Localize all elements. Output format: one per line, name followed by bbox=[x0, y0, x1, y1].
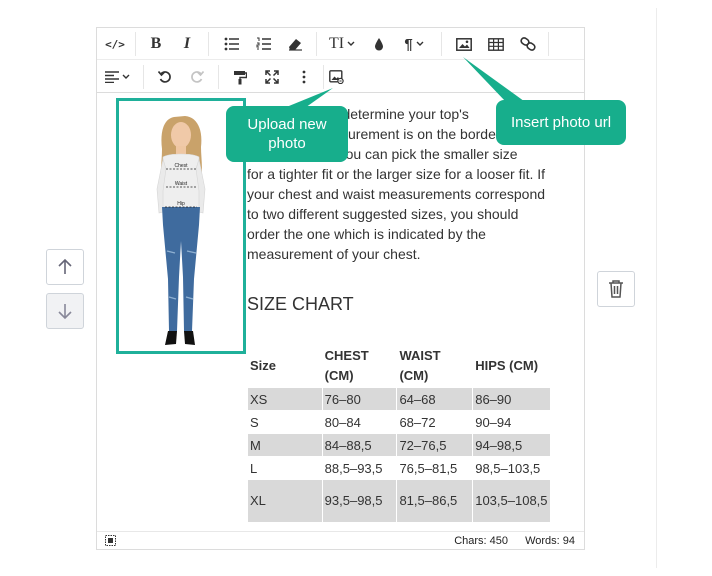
waist-label: Waist bbox=[175, 181, 188, 187]
image-icon[interactable] bbox=[451, 31, 477, 57]
table-cell: S bbox=[247, 410, 323, 434]
table-cell: L bbox=[247, 456, 323, 480]
italic-icon[interactable]: I bbox=[175, 31, 199, 57]
table-row: M 84–88,5 72–76,5 94–98,5 bbox=[247, 433, 551, 457]
move-down-button[interactable] bbox=[46, 293, 84, 329]
table-row: XL 93,5–98,5 81,5–86,5 103,5–108,5 bbox=[247, 479, 551, 523]
table-cell: XL bbox=[247, 479, 323, 523]
table-row: L 88,5–93,5 76,5–81,5 98,5–103,5 bbox=[247, 456, 551, 480]
paragraph-line: order the one which is indicated by the bbox=[247, 226, 486, 242]
toolbar-row-2 bbox=[97, 61, 584, 93]
redo-icon[interactable] bbox=[185, 64, 209, 90]
arrow-down-icon bbox=[58, 304, 72, 320]
table-cell: 88,5–93,5 bbox=[321, 456, 398, 480]
paragraph-icon[interactable]: ¶ bbox=[399, 31, 429, 57]
upload-new-photo-tooltip: Upload new photo bbox=[226, 106, 348, 162]
format-painter-icon[interactable] bbox=[228, 64, 252, 90]
fullscreen-icon[interactable] bbox=[260, 64, 284, 90]
delete-button[interactable] bbox=[597, 271, 635, 307]
source-code-icon[interactable]: </> bbox=[102, 31, 128, 57]
table-header-cell: Size bbox=[247, 343, 323, 388]
table-cell: 86–90 bbox=[472, 387, 551, 411]
paragraph-line: measurement of your chest. bbox=[247, 246, 421, 262]
character-count: Chars: 450 bbox=[454, 535, 508, 547]
table-cell: 94–98,5 bbox=[472, 433, 551, 457]
chevron-down-icon bbox=[416, 41, 424, 46]
table-header-cell: WAIST (CM) bbox=[396, 343, 474, 388]
table-cell: 90–94 bbox=[472, 410, 551, 434]
toolbar-divider bbox=[208, 32, 209, 56]
paragraph-glyph: ¶ bbox=[404, 35, 413, 53]
upload-tooltip-text: Upload new photo bbox=[247, 116, 327, 152]
color-drop-icon[interactable] bbox=[367, 31, 391, 57]
table-cell: 80–84 bbox=[321, 410, 398, 434]
insert-url-tooltip-text: Insert photo url bbox=[510, 114, 612, 131]
toolbar-divider bbox=[143, 65, 144, 89]
model-photo-image: Chest Waist Hip bbox=[156, 116, 206, 345]
font-size-icon[interactable]: TI bbox=[325, 31, 359, 57]
table-cell: M bbox=[247, 433, 323, 457]
table-cell: 84–88,5 bbox=[321, 433, 398, 457]
toolbar-divider bbox=[218, 65, 219, 89]
link-icon[interactable] bbox=[515, 31, 541, 57]
table-cell: 93,5–98,5 bbox=[321, 479, 398, 523]
toolbar-divider bbox=[135, 32, 136, 56]
table-header-cell: HIPS (CM) bbox=[472, 343, 551, 388]
table-header-row: Size CHEST (CM) WAIST (CM) HIPS (CM) bbox=[247, 343, 551, 388]
editor-toolbar: </> B I TI ¶ bbox=[97, 28, 584, 93]
editor-statusbar: Chars: 450 Words: 94 bbox=[97, 531, 584, 549]
paragraph-line: for a tighter fit or the larger size for… bbox=[247, 166, 546, 182]
toolbar-row-1: </> B I TI ¶ bbox=[97, 28, 584, 60]
table-cell: 76,5–81,5 bbox=[396, 456, 474, 480]
right-panel-divider bbox=[656, 8, 657, 568]
table-cell: 72–76,5 bbox=[396, 433, 474, 457]
font-size-glyph: TI bbox=[328, 35, 345, 52]
numbered-list-icon[interactable] bbox=[252, 31, 276, 57]
chest-label: Chest bbox=[174, 163, 188, 169]
table-row: XS 76–80 64–68 86–90 bbox=[247, 387, 551, 411]
toolbar-divider bbox=[548, 32, 549, 56]
toolbar-divider bbox=[316, 32, 317, 56]
table-row: S 80–84 68–72 90–94 bbox=[247, 410, 551, 434]
resize-handle-icon[interactable] bbox=[105, 535, 116, 546]
table-cell: 103,5–108,5 bbox=[472, 479, 551, 523]
size-chart-table: Size CHEST (CM) WAIST (CM) HIPS (CM) XS … bbox=[247, 343, 551, 523]
table-icon[interactable] bbox=[483, 31, 509, 57]
table-cell: 64–68 bbox=[396, 387, 474, 411]
chevron-down-icon bbox=[347, 41, 355, 46]
paragraph-line: to two different suggested sizes, you sh… bbox=[247, 206, 519, 222]
word-count: Words: 94 bbox=[525, 535, 575, 547]
hip-label: Hip bbox=[177, 201, 185, 207]
table-cell: 81,5–86,5 bbox=[396, 479, 474, 523]
table-cell: 68–72 bbox=[396, 410, 474, 434]
image-url-icon[interactable] bbox=[324, 64, 348, 90]
paragraph-line: your chest and waist measurements corres… bbox=[247, 186, 546, 202]
toolbar-divider bbox=[441, 32, 442, 56]
insert-photo-url-tooltip: Insert photo url bbox=[496, 100, 626, 145]
trash-icon bbox=[609, 280, 623, 298]
arrow-up-icon bbox=[58, 258, 72, 274]
table-cell: 98,5–103,5 bbox=[472, 456, 551, 480]
align-icon[interactable] bbox=[102, 64, 132, 90]
size-chart-heading: SIZE CHART bbox=[247, 294, 354, 314]
table-cell: 76–80 bbox=[321, 387, 398, 411]
table-header-cell: CHEST (CM) bbox=[321, 343, 398, 388]
bulleted-list-icon[interactable] bbox=[220, 31, 244, 57]
eraser-icon[interactable] bbox=[283, 31, 307, 57]
more-options-icon[interactable] bbox=[292, 64, 316, 90]
table-cell: XS bbox=[247, 387, 323, 411]
move-up-button[interactable] bbox=[46, 249, 84, 285]
chevron-down-icon bbox=[122, 74, 129, 79]
bold-icon[interactable]: B bbox=[144, 31, 168, 57]
undo-icon[interactable] bbox=[153, 64, 177, 90]
